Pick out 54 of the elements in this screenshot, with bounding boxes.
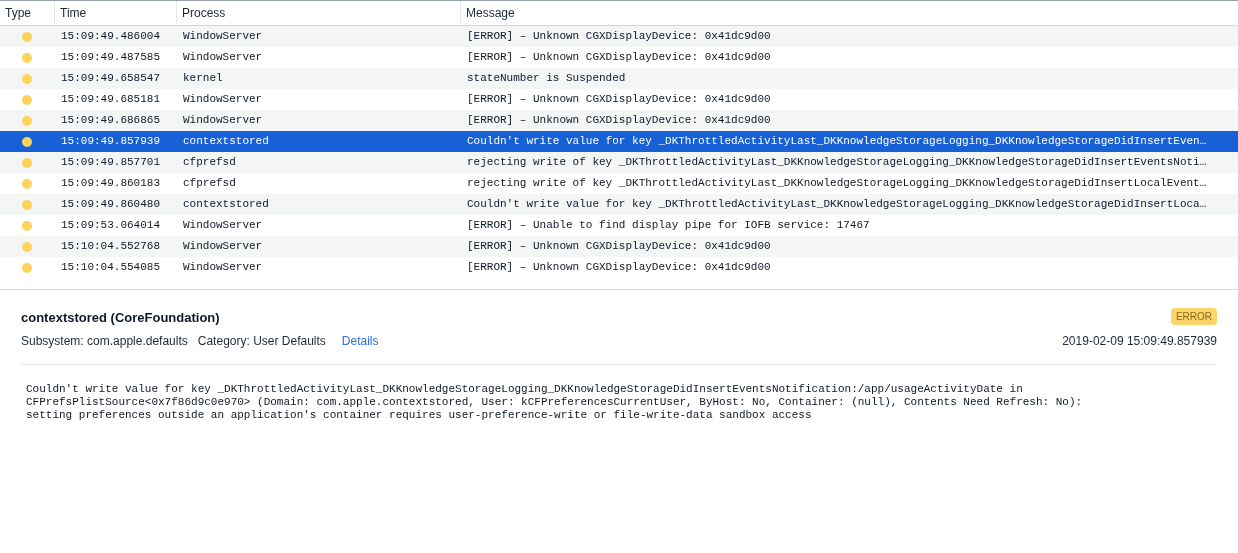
timestamp: 2019-02-09 15:09:49.857939 xyxy=(1062,332,1217,350)
process-cell: cfprefsd xyxy=(183,156,236,169)
log-row[interactable]: 15:09:49.686865 WindowServer [ERROR] – Unknown CGXDisplayDevice: 0x41dc9d00 xyxy=(0,110,1238,131)
message-cell: rejecting write of key _DKThrottledActivityLast_DKKnowledgeStorageLogging_DKKnowledgeStorageDidInsertLocalEvent… xyxy=(467,177,1207,190)
log-row[interactable]: 15:10:04.552768 WindowServer [ERROR] – Unknown CGXDisplayDevice: 0x41dc9d00 xyxy=(0,236,1238,257)
message-cell: rejecting write of key _DKThrottledActivityLast_DKKnowledgeStorageLogging_DKKnowledgeStorageDidInsertEventsNoti… xyxy=(467,156,1207,169)
time-cell: 15:10:04.552768 xyxy=(61,240,161,253)
process-cell: contextstored xyxy=(183,198,269,211)
log-row[interactable]: 15:09:49.658547 kernel stateNumber is Suspended xyxy=(0,68,1238,89)
time-cell: 15:09:49.857939 xyxy=(61,135,161,148)
message-cell: [ERROR] – Unknown CGXDisplayDevice: 0x41dc9d00 xyxy=(467,30,771,43)
message-cell: Couldn't write value for key _DKThrottledActivityLast_DKKnowledgeStorageLogging_DKKnowledgeStorageDidInsertEven… xyxy=(467,135,1207,148)
details-link[interactable]: Details xyxy=(341,331,379,350)
message-cell: stateNumber is Suspended xyxy=(467,72,626,85)
process-cell: WindowServer xyxy=(183,51,263,64)
process-cell: WindowServer xyxy=(183,219,263,232)
time-cell: 15:09:49.486004 xyxy=(61,30,161,43)
meta-text: Category: User Defaults xyxy=(197,332,326,350)
column-header[interactable]: Process xyxy=(182,4,226,22)
column-header[interactable]: Time xyxy=(60,4,87,22)
message-cell: [ERROR] – Unknown CGXDisplayDevice: 0x41dc9d00 xyxy=(467,51,771,64)
column-header[interactable]: Type xyxy=(5,4,31,22)
message-cell: Couldn't write value for key _DKThrottledActivityLast_DKKnowledgeStorageLogging_DKKnowledgeStorageDidInsertLoca… xyxy=(467,198,1207,211)
column-header[interactable]: Message xyxy=(466,4,515,22)
process-cell: contextstored xyxy=(183,135,269,148)
meta-text: Subsystem: com.apple.defaults xyxy=(21,332,188,350)
process-cell: cfprefsd xyxy=(183,177,236,190)
message-body: Couldn't write value for key _DKThrottledActivityLast_DKKnowledgeStorageLogging_DKKnowledgeStorageDidInsertEventsNotification:/app/usageActivityDate in CFPrefsPlistSource<0x7f86d9c0e970> (Domain: com.apple.contextstored, User: kCFPreferencesCurrentUser, ByHost: No, Container: (null), Contents Need Refresh: No): setting preferences outside an application's container requires user-preference-write or file-write-data sandbox access xyxy=(26,382,1084,422)
time-cell: 15:09:49.658547 xyxy=(61,72,161,85)
message-cell: [ERROR] – Unknown CGXDisplayDevice: 0x41dc9d00 xyxy=(467,261,771,274)
log-row[interactable]: 15:09:49.860480 contextstored Couldn't write value for key _DKThrottledActivityLast_DKKnowledgeStorageLogging_DKKnowledgeStorageDidInsertLoca… xyxy=(0,194,1238,215)
message-cell: [ERROR] – Unknown CGXDisplayDevice: 0x41dc9d00 xyxy=(467,240,771,253)
time-cell: 15:09:49.686865 xyxy=(61,114,161,127)
message-cell: [ERROR] – Unknown CGXDisplayDevice: 0x41dc9d00 xyxy=(467,93,771,106)
process-cell: kernel xyxy=(183,72,223,85)
detail-title: contextstored (CoreFoundation) xyxy=(21,309,220,327)
process-cell: WindowServer xyxy=(183,114,263,127)
process-cell: WindowServer xyxy=(183,240,263,253)
time-cell: 15:10:04.554085 xyxy=(61,261,161,274)
log-row[interactable]: 15:09:49.857939 contextstored Couldn't write value for key _DKThrottledActivityLast_DKKnowledgeStorageLogging_DKKnowledgeStorageDidInsertEven… xyxy=(0,131,1238,152)
time-cell: 15:09:49.487585 xyxy=(61,51,161,64)
process-cell: WindowServer xyxy=(183,30,263,43)
message-cell: [ERROR] – Unable to find display pipe for IOFB service: 17467 xyxy=(467,219,870,232)
time-cell: 15:09:49.685181 xyxy=(61,93,161,106)
time-cell: 15:09:49.857701 xyxy=(61,156,161,169)
error-badge: ERROR xyxy=(1170,308,1217,325)
message-cell: [ERROR] – Unknown CGXDisplayDevice: 0x41dc9d00 xyxy=(467,114,771,127)
time-cell: 15:09:49.860480 xyxy=(61,198,161,211)
time-cell: 15:09:49.860183 xyxy=(61,177,161,190)
process-cell: WindowServer xyxy=(183,93,263,106)
log-row[interactable]: 15:09:49.486004 WindowServer [ERROR] – Unknown CGXDisplayDevice: 0x41dc9d00 xyxy=(0,26,1238,47)
log-row[interactable]: 15:09:49.857701 cfprefsd rejecting write of key _DKThrottledActivityLast_DKKnowledgeStorageLogging_DKKnowledgeStorageDidInsertEventsNoti… xyxy=(0,152,1238,173)
process-cell: WindowServer xyxy=(183,261,263,274)
time-cell: 15:09:53.064014 xyxy=(61,219,161,232)
